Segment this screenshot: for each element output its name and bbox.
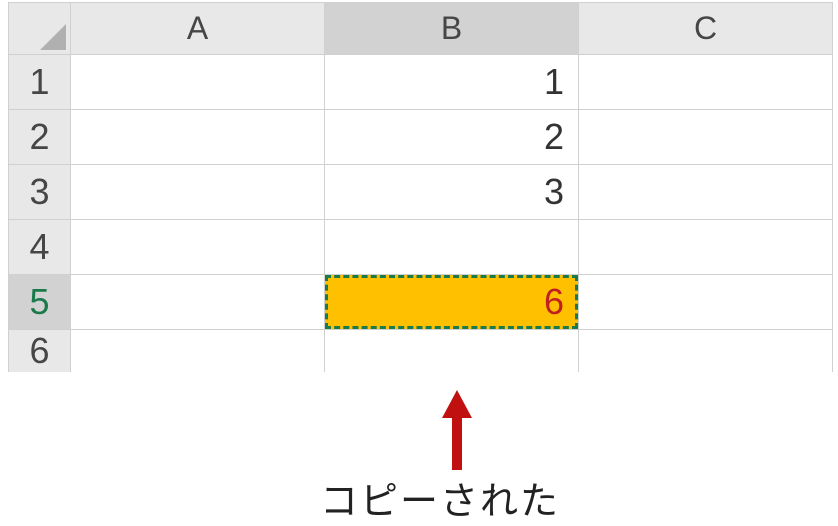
column-header-A[interactable]: A <box>71 3 325 55</box>
cell-A5[interactable] <box>71 275 325 330</box>
cell-A1[interactable] <box>71 55 325 110</box>
cell-B4[interactable] <box>325 220 579 275</box>
select-all-triangle-icon <box>40 24 66 50</box>
row-header-6[interactable]: 6 <box>9 330 71 373</box>
cell-C2[interactable] <box>579 110 833 165</box>
select-all-corner[interactable] <box>9 3 71 55</box>
row-header-3[interactable]: 3 <box>9 165 71 220</box>
cell-A4[interactable] <box>71 220 325 275</box>
cell-A6[interactable] <box>71 330 325 373</box>
cell-A2[interactable] <box>71 110 325 165</box>
cell-value: 6 <box>544 281 564 322</box>
arrow-up-icon <box>442 390 472 470</box>
row-header-1[interactable]: 1 <box>9 55 71 110</box>
cell-B1[interactable]: 1 <box>325 55 579 110</box>
row-header-2[interactable]: 2 <box>9 110 71 165</box>
column-header-B[interactable]: B <box>325 3 579 55</box>
copy-marquee-icon <box>325 275 578 329</box>
spreadsheet-grid[interactable]: A B C 1 1 2 2 3 3 4 5 6 6 <box>8 2 833 372</box>
cell-C3[interactable] <box>579 165 833 220</box>
cell-C5[interactable] <box>579 275 833 330</box>
cell-C6[interactable] <box>579 330 833 373</box>
row-header-4[interactable]: 4 <box>9 220 71 275</box>
row-header-5[interactable]: 5 <box>9 275 71 330</box>
cell-B3[interactable]: 3 <box>325 165 579 220</box>
cell-B2[interactable]: 2 <box>325 110 579 165</box>
cell-B6[interactable] <box>325 330 579 373</box>
cell-C4[interactable] <box>579 220 833 275</box>
cell-A3[interactable] <box>71 165 325 220</box>
column-header-C[interactable]: C <box>579 3 833 55</box>
annotation-text: コピーされた <box>230 470 650 525</box>
cell-B5[interactable]: 6 <box>325 275 579 330</box>
annotation-callout: コピーされた <box>230 390 650 525</box>
cell-C1[interactable] <box>579 55 833 110</box>
